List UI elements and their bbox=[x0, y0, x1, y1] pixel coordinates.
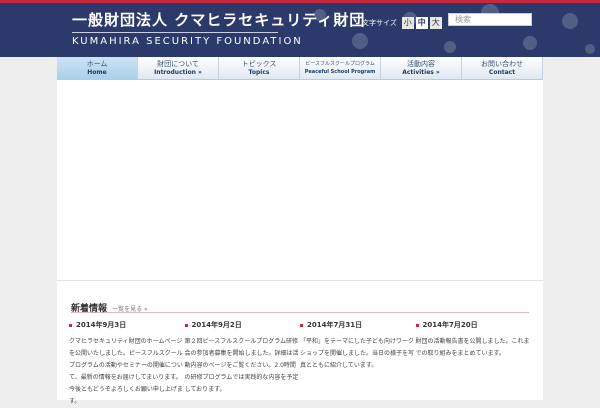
logo-divider bbox=[72, 32, 278, 33]
news-date: 2014年7月20日 bbox=[422, 321, 478, 329]
nav-activities-en: Activities » bbox=[402, 69, 440, 76]
bullet-icon bbox=[184, 323, 188, 327]
bullet-icon bbox=[415, 323, 419, 327]
nav-topics-jp: トピックス bbox=[241, 60, 277, 68]
nav-home-jp: ホーム bbox=[86, 60, 108, 68]
hero-slider bbox=[57, 80, 543, 281]
nav-peaceful-school-jp: ピースフルスクールプログラム bbox=[305, 61, 375, 67]
news-text: クマヒラセキュリティ財団のホームページを公開いたしました。ピースフルスクールプロ… bbox=[69, 338, 183, 405]
nav-introduction[interactable]: 財団について Introduction » bbox=[138, 57, 219, 79]
news-text: 第２回ピースフルスクールプログラム研修会の参加者募集を開始しました。詳細は活動内… bbox=[184, 338, 299, 393]
nav-introduction-en: Introduction » bbox=[154, 69, 202, 76]
news-header: 新着情報 一覧を見る » bbox=[71, 296, 529, 314]
nav-activities-jp: 活動内容 bbox=[407, 60, 435, 68]
nav-contact[interactable]: お問い合わせ Contact bbox=[462, 57, 543, 79]
news-date-row: 2014年7月20日 bbox=[415, 320, 531, 330]
nav-home[interactable]: ホーム Home bbox=[57, 57, 138, 79]
main-content: 新着情報 一覧を見る » 2014年9月3日 クマヒラセキュリティ財団のホームペ… bbox=[57, 80, 543, 405]
news-date: 2014年9月2日 bbox=[191, 321, 242, 329]
news-date-row: 2014年9月2日 bbox=[184, 320, 300, 330]
nav-contact-en: Contact bbox=[488, 69, 516, 76]
font-size-label: 文字サイズ bbox=[362, 19, 397, 27]
search-input[interactable]: 検索 bbox=[448, 13, 532, 26]
site-logo[interactable]: 一般財団法人 クマヒラセキュリティ財団 KUMAHIRA SECURITY FO… bbox=[72, 11, 365, 47]
bullet-icon bbox=[69, 323, 72, 327]
news-text: 財団の活動報告書を公開しました。これまでの取り組みをまとめています。 bbox=[415, 338, 530, 357]
news-item[interactable]: 2014年9月3日 クマヒラセキュリティ財団のホームページを公開いたしました。ピ… bbox=[69, 320, 184, 408]
site-title-en: KUMAHIRA SECURITY FOUNDATION bbox=[72, 36, 303, 47]
nav-activities[interactable]: 活動内容 Activities » bbox=[381, 57, 462, 79]
nav-introduction-jp: 財団について bbox=[157, 60, 199, 68]
nav-topics[interactable]: トピックス Topics bbox=[219, 57, 300, 79]
font-size-large-button[interactable]: 大 bbox=[429, 17, 442, 29]
nav-home-en: Home bbox=[87, 69, 107, 76]
news-date-row: 2014年9月3日 bbox=[69, 320, 184, 330]
nav-peaceful-school[interactable]: ピースフルスクールプログラム Peaceful School Program bbox=[300, 57, 381, 79]
nav-peaceful-school-en: Peaceful School Program bbox=[304, 69, 376, 75]
news-list: 2014年9月3日 クマヒラセキュリティ財団のホームページを公開いたしました。ピ… bbox=[69, 320, 531, 408]
font-size-switcher: 文字サイズ 小 中 大 bbox=[362, 17, 442, 29]
site-header: 一般財団法人 クマヒラセキュリティ財団 KUMAHIRA SECURITY FO… bbox=[0, 3, 600, 57]
main-nav: ホーム Home 財団について Introduction » トピックス Top… bbox=[57, 57, 543, 80]
bullet-icon bbox=[300, 323, 303, 327]
font-size-small-button[interactable]: 小 bbox=[401, 17, 414, 29]
font-size-medium-button[interactable]: 中 bbox=[415, 17, 428, 29]
site-title-jp: 一般財団法人 クマヒラセキュリティ財団 bbox=[72, 11, 366, 29]
news-date: 2014年9月3日 bbox=[76, 321, 127, 329]
news-list-link[interactable]: 一覧を見る » bbox=[112, 306, 148, 313]
nav-contact-jp: お問い合わせ bbox=[481, 60, 523, 68]
news-date: 2014年7月31日 bbox=[307, 321, 363, 329]
news-item[interactable]: 2014年7月20日 財団の活動報告書を公開しました。これまでの取り組みをまとめ… bbox=[415, 320, 531, 408]
news-item[interactable]: 2014年9月2日 第２回ピースフルスクールプログラム研修会の参加者募集を開始し… bbox=[184, 320, 300, 408]
nav-topics-en: Topics bbox=[248, 69, 270, 76]
news-text: 「平和」をテーマにした子ども向けワークショップを開催しました。当日の様子を写真と… bbox=[300, 338, 415, 369]
news-item[interactable]: 2014年7月31日 「平和」をテーマにした子ども向けワークショップを開催しまし… bbox=[300, 320, 415, 408]
news-title: 新着情報 bbox=[71, 304, 108, 314]
news-date-row: 2014年7月31日 bbox=[300, 320, 415, 330]
